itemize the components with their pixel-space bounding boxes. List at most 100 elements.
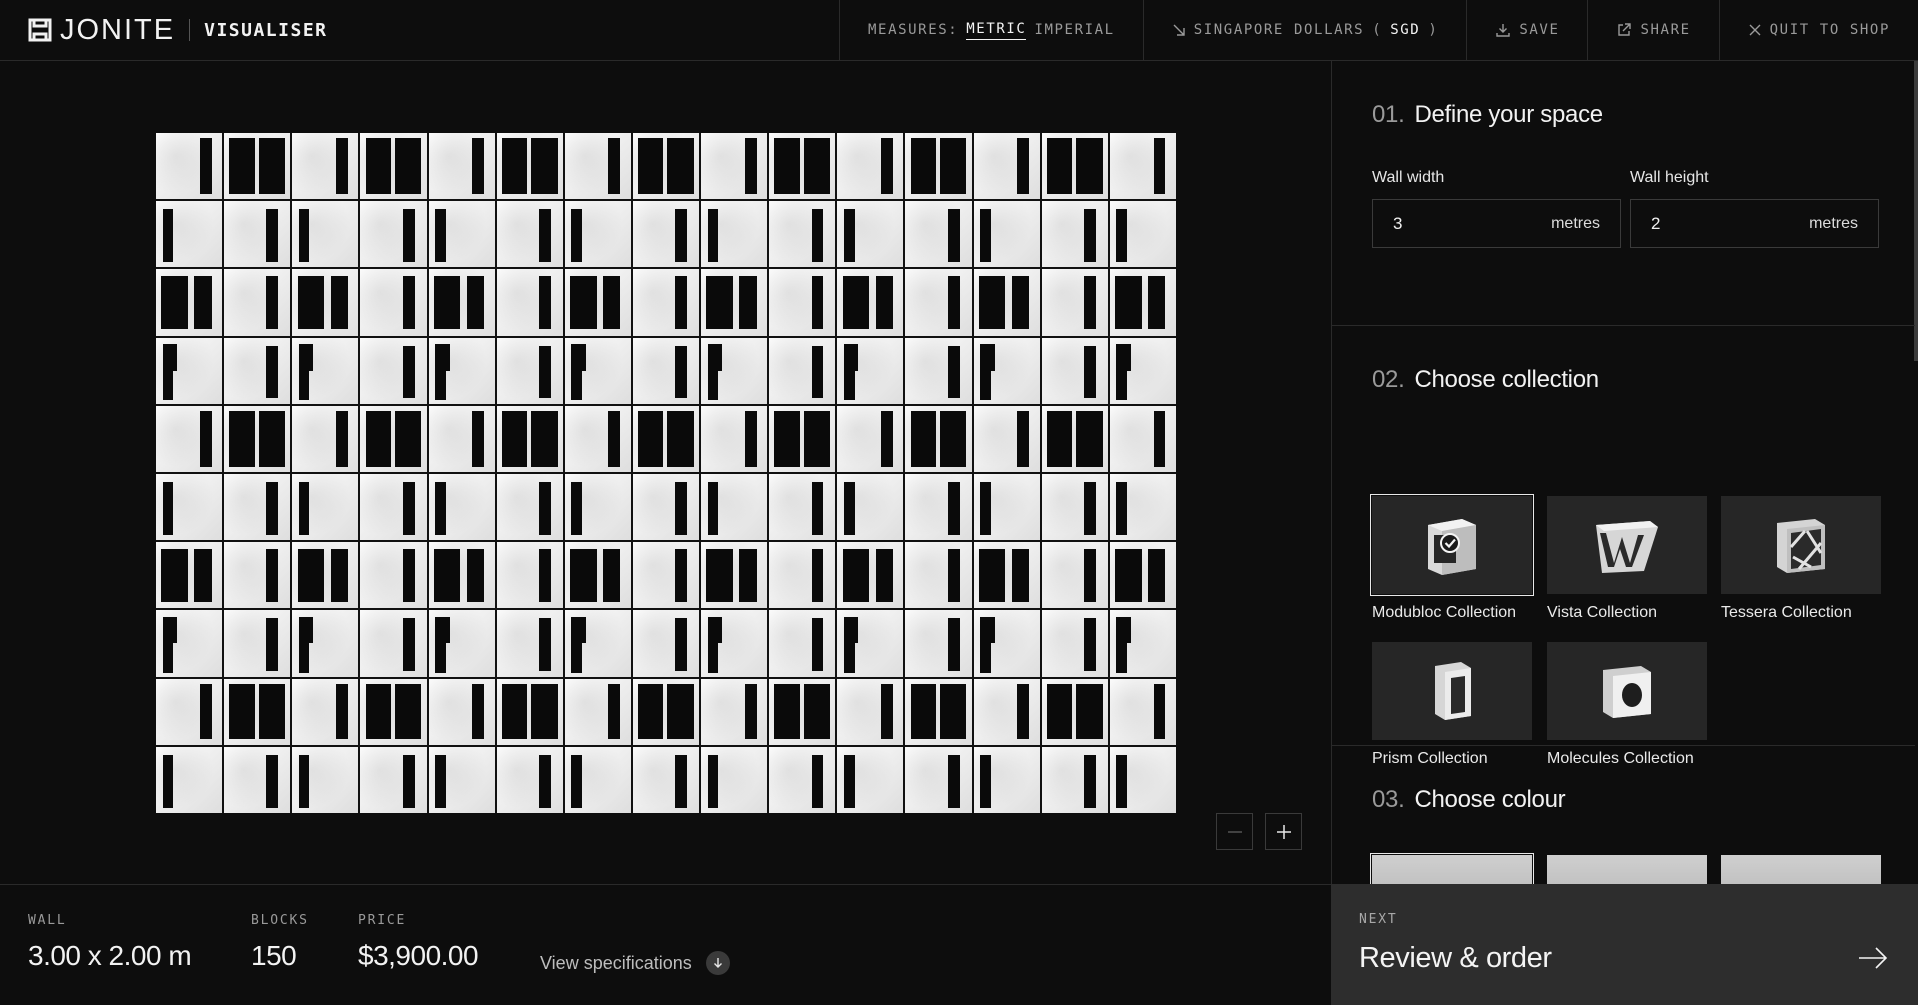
next-review-order-button[interactable]: NEXT Review & order (1331, 884, 1918, 1005)
wall-block (632, 473, 700, 541)
wall-block (1041, 405, 1108, 472)
block-opening (990, 344, 995, 371)
block-opening (811, 209, 824, 263)
block-opening (910, 411, 936, 467)
block-opening (811, 345, 824, 399)
measures-option-metric[interactable]: METRIC (966, 21, 1027, 40)
wall-block (292, 678, 359, 745)
quit-label: QUIT TO SHOP (1769, 22, 1890, 38)
block-opening (947, 754, 960, 808)
wall-block (1109, 133, 1176, 200)
wall-block (837, 201, 904, 268)
wall-block (496, 678, 563, 745)
block-opening (1084, 548, 1096, 602)
block-opening (229, 683, 255, 740)
block-opening (978, 548, 1006, 602)
block-opening (1047, 683, 1073, 740)
collection-molecules[interactable]: Molecules Collection (1547, 642, 1707, 768)
wall-block (564, 746, 631, 813)
zoom-in-button[interactable] (1265, 813, 1302, 850)
blocks-summary: BLOCKS 150 (251, 913, 309, 972)
block-opening (161, 548, 188, 602)
next-label: NEXT (1359, 912, 1398, 927)
wall-block (701, 337, 768, 404)
wall-block (701, 269, 768, 336)
colour-swatch[interactable] (1547, 855, 1707, 884)
collection-prism[interactable]: Prism Collection (1372, 642, 1532, 768)
block-opening (774, 683, 800, 740)
block-opening (980, 617, 991, 673)
wall-block (360, 405, 427, 472)
block-opening (571, 754, 582, 808)
wall-block (496, 473, 563, 541)
block-opening (1127, 344, 1131, 371)
currency-selector[interactable]: SINGAPORE DOLLARS (SGD) (1142, 0, 1467, 60)
quit-to-shop-button[interactable]: QUIT TO SHOP (1718, 0, 1918, 60)
collection-vista[interactable]: Vista Collection (1547, 496, 1707, 622)
share-label: SHARE (1640, 22, 1691, 38)
logo[interactable]: JONITE (28, 14, 175, 47)
wall-block (769, 542, 836, 609)
wall-block (905, 337, 972, 404)
block-opening (675, 754, 688, 808)
share-button[interactable]: SHARE (1587, 0, 1718, 60)
block-opening (1116, 209, 1128, 263)
block-opening (433, 276, 461, 329)
zoom-out-button[interactable] (1216, 813, 1253, 850)
block-opening (739, 548, 757, 602)
collection-tessera[interactable]: Tessera Collection (1721, 496, 1881, 622)
block-opening (811, 276, 824, 329)
block-opening (571, 209, 582, 263)
block-opening (939, 411, 967, 467)
config-panel[interactable]: 01. Define your space Wall width 3 metres… (1331, 61, 1918, 884)
wall-block (360, 746, 427, 813)
top-bar: JONITE VISUALISER MEASURES: METRIC IMPER… (0, 0, 1918, 61)
collection-label: Tessera Collection (1721, 604, 1852, 621)
blocks-summary-value: 150 (251, 940, 297, 971)
collection-thumbnail (1547, 642, 1707, 740)
block-opening (875, 548, 893, 602)
view-specifications-link[interactable]: View specifications (540, 951, 730, 975)
wall-block (360, 473, 427, 541)
wall-block (905, 610, 972, 677)
block-opening (707, 481, 719, 535)
summary-bar: WALL 3.00 x 2.00 m BLOCKS 150 PRICE $3,9… (0, 884, 1331, 1005)
block-opening (843, 209, 855, 263)
block-opening (570, 276, 597, 329)
block-opening (229, 411, 255, 467)
block-opening (843, 754, 855, 808)
block-opening (297, 548, 324, 602)
block-opening (744, 683, 757, 740)
wall-block (224, 337, 291, 404)
colour-swatch[interactable] (1721, 855, 1881, 884)
visualiser-canvas[interactable] (0, 61, 1331, 884)
view-specifications-label: View specifications (540, 952, 692, 973)
currency-bracket-close: ) (1428, 22, 1439, 38)
measures-option-imperial[interactable]: IMPERIAL (1034, 22, 1114, 38)
block-opening (433, 548, 461, 602)
block-opening (258, 138, 285, 194)
collection-thumbnail (1721, 496, 1881, 594)
section-choose-collection: 02. Choose collection Modubloc Collection (1332, 326, 1915, 767)
block-opening (571, 617, 582, 673)
block-opening (435, 617, 446, 673)
block-opening (811, 548, 824, 602)
block-opening (298, 754, 310, 808)
colour-swatch[interactable] (1370, 853, 1534, 884)
block-opening (1084, 754, 1096, 808)
wall-height-field[interactable]: 2 metres (1630, 199, 1879, 248)
wall-width-field[interactable]: 3 metres (1372, 199, 1621, 248)
wall-block (905, 201, 972, 268)
collection-modubloc[interactable]: Modubloc Collection (1370, 494, 1534, 622)
save-button[interactable]: SAVE (1466, 0, 1587, 60)
wall-preview (156, 133, 1176, 813)
wall-block (701, 133, 768, 200)
block-opening (947, 618, 960, 672)
section-number: 01. (1372, 101, 1405, 128)
block-opening (266, 345, 279, 399)
block-opening (706, 548, 733, 602)
block-opening (947, 548, 960, 602)
block-opening (638, 411, 664, 467)
block-opening (1076, 683, 1103, 740)
blocks-summary-label: BLOCKS (251, 913, 309, 928)
